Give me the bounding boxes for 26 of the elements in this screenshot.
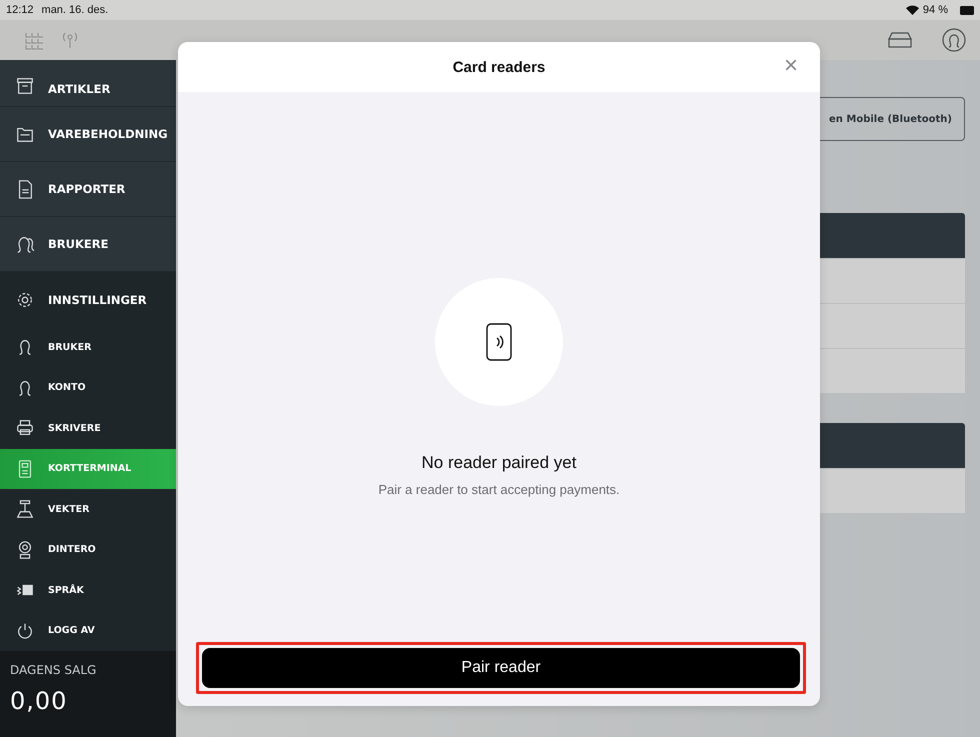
power-icon: [15, 620, 35, 641]
sidebar-item[interactable]: KONTO: [0, 368, 176, 408]
sidebar-item[interactable]: SKRIVERE: [0, 408, 176, 448]
box-icon: [15, 76, 35, 96]
sidebar-item[interactable]: INNSTILLINGER: [0, 272, 176, 327]
pair-reader-button[interactable]: Pair reader: [202, 648, 800, 688]
status-time: 12:12: [6, 4, 34, 16]
scale-icon: [15, 499, 35, 520]
wifi-icon: [906, 5, 919, 15]
dialog-title: Card readers: [452, 58, 546, 76]
card-reader-icon: [486, 323, 512, 361]
empty-text: Pair a reader to start accepting payments.: [378, 482, 620, 497]
status-date: man. 16. des.: [42, 4, 108, 16]
sales-label: DAGENS SALG: [10, 663, 98, 677]
users-icon: [15, 234, 35, 254]
cash-drawer-icon[interactable]: [888, 31, 912, 49]
sidebar-item[interactable]: BRUKER: [0, 327, 176, 368]
sidebar-item[interactable]: VEKTER: [0, 489, 176, 530]
empty-title: No reader paired yet: [422, 453, 576, 473]
sidebar-item[interactable]: DINTERO: [0, 530, 176, 570]
sidebar-item[interactable]: SPRÅK: [0, 570, 176, 610]
battery-icon: [960, 6, 974, 14]
battery-percent: 94 %: [922, 4, 948, 16]
sales-value: 0,00: [10, 687, 68, 715]
user-icon[interactable]: [942, 28, 966, 52]
sidebar-item[interactable]: LOGG AV: [0, 610, 176, 651]
